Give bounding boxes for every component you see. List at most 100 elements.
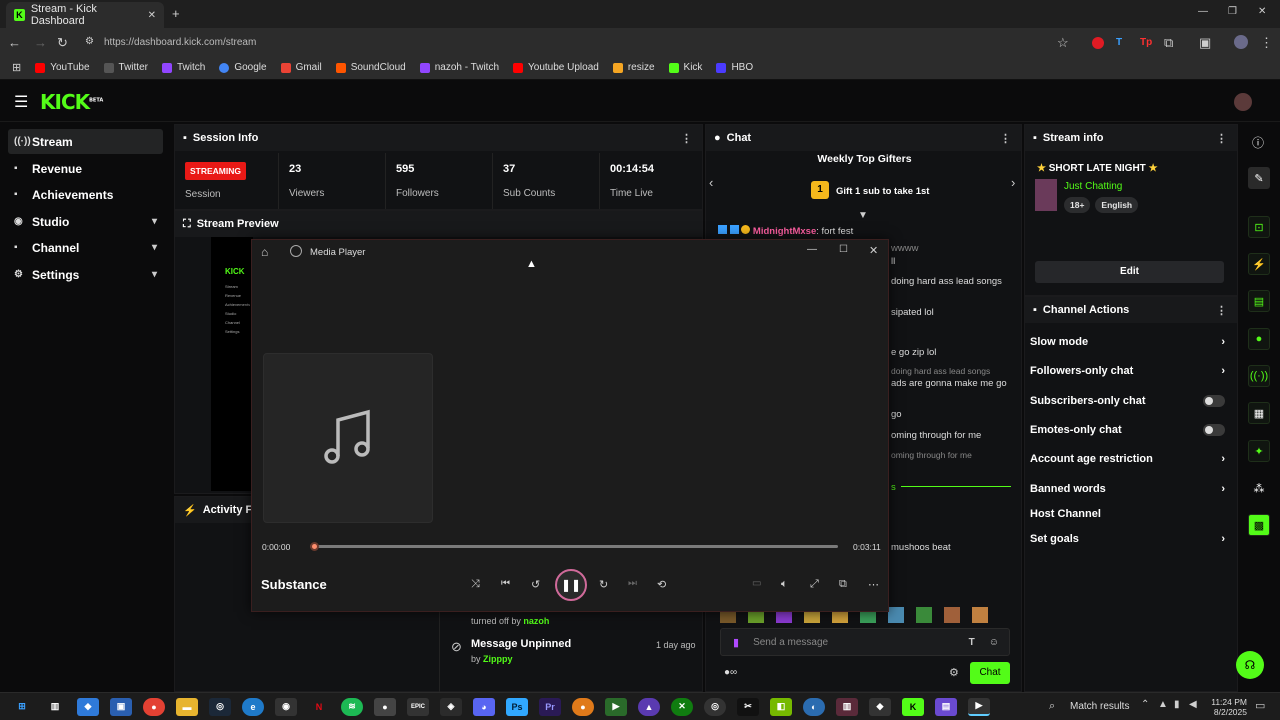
clapper-icon[interactable]: ▩	[1248, 514, 1270, 536]
document-icon[interactable]: ▤	[1248, 290, 1270, 312]
layout-icon[interactable]: ▦	[1248, 402, 1270, 424]
translate-extension-icon[interactable]: T	[1116, 37, 1122, 48]
taskbar-search[interactable]: Match results	[1070, 701, 1129, 712]
bookmark-twitch[interactable]: Twitch	[161, 62, 205, 73]
profile-avatar[interactable]	[1234, 35, 1248, 49]
edit-stream-button[interactable]: Edit	[1035, 261, 1224, 283]
chrome-icon[interactable]: ●	[143, 697, 165, 716]
chevron-right-icon[interactable]: ›	[1011, 175, 1015, 190]
more-options-icon[interactable]: ⋮	[681, 132, 692, 145]
seek-thumb[interactable]	[310, 542, 319, 551]
close-window-icon[interactable]: ✕	[869, 244, 878, 257]
hamburger-menu-icon[interactable]: ☰	[14, 92, 28, 112]
notifications-icon[interactable]: ▭	[1255, 699, 1265, 712]
kick-points-icon[interactable]: ●∞	[724, 667, 737, 678]
translate-icon[interactable]: T	[969, 637, 975, 648]
broadcast-icon[interactable]: ((·))	[1248, 365, 1270, 387]
app-icon[interactable]: ▶	[605, 697, 627, 716]
bookmark-star-icon[interactable]: ☆	[1057, 35, 1069, 51]
app-icon[interactable]: ◆	[869, 697, 891, 716]
bookmark-kick[interactable]: Kick	[668, 62, 702, 73]
bookmark-gmail[interactable]: Gmail	[280, 62, 322, 73]
microphone-icon[interactable]: ▮	[1174, 699, 1180, 710]
app-icon[interactable]: ▥	[836, 697, 858, 716]
app-icon[interactable]: ◎	[704, 697, 726, 716]
seek-bar[interactable]	[310, 542, 838, 551]
discord-icon[interactable]: ◕	[473, 697, 495, 716]
wrench-icon[interactable]: ✦	[1248, 440, 1270, 462]
more-options-icon[interactable]: ⋯	[868, 578, 879, 591]
browser-menu-icon[interactable]: ⋮	[1260, 35, 1273, 51]
xbox-icon[interactable]: ✕	[671, 697, 693, 716]
emote-icon[interactable]	[972, 607, 988, 623]
next-icon[interactable]: ⏭	[628, 578, 637, 589]
obs-icon[interactable]: ◉	[275, 697, 297, 716]
file-explorer-icon[interactable]: ▬	[176, 697, 198, 716]
emote-icon[interactable]	[944, 607, 960, 623]
sidebar-item-channel[interactable]: ▪ Channel ▾	[8, 235, 163, 260]
search-icon[interactable]: ⌕	[1049, 700, 1055, 713]
app-icon[interactable]: ●	[374, 697, 396, 716]
kick-logo[interactable]: KICKBETA	[40, 90, 103, 114]
chevron-up-icon[interactable]: ⌃	[1141, 699, 1149, 710]
chat-bubble-icon[interactable]: ●	[1248, 328, 1270, 350]
emote-icon[interactable]	[888, 607, 904, 623]
bookmark-youtube-upload[interactable]: Youtube Upload	[513, 62, 599, 73]
clock[interactable]: 11:24 PM 8/2/2025	[1207, 697, 1247, 717]
back-icon[interactable]: ←	[8, 35, 21, 50]
extension-icon[interactable]	[1092, 37, 1104, 49]
setting-banned-words[interactable]: Banned words ›	[1030, 483, 1225, 495]
task-view-icon[interactable]: ▥	[44, 698, 66, 716]
sidebar-item-settings[interactable]: ⚙ Settings ▾	[8, 262, 163, 287]
more-options-icon[interactable]: ⋮	[1000, 132, 1011, 145]
sidepanel-icon[interactable]: ▣	[1199, 35, 1211, 51]
sidebar-item-revenue[interactable]: ▪ Revenue	[8, 156, 163, 181]
volume-icon[interactable]: 🔈︎	[781, 578, 788, 591]
spotify-icon[interactable]: ≋	[341, 697, 363, 716]
setting-slow-mode[interactable]: Slow mode ›	[1030, 336, 1225, 348]
netflix-icon[interactable]: N	[308, 698, 330, 716]
forward-icon[interactable]: →	[34, 35, 47, 50]
info-circle-icon[interactable]: ⓘ	[1252, 134, 1264, 151]
user-avatar[interactable]	[1234, 93, 1252, 111]
setting-host-channel[interactable]: Host Channel	[1030, 508, 1225, 520]
microphone-icon[interactable]: ▮	[733, 636, 739, 649]
setting-followers-only[interactable]: Followers-only chat ›	[1030, 365, 1225, 377]
restore-window-icon[interactable]: ❐	[1228, 6, 1237, 17]
sidebar-item-achievements[interactable]: ▪ Achievements	[8, 182, 163, 207]
subscribers-only-toggle[interactable]	[1203, 395, 1225, 407]
chat-settings-icon[interactable]: ⚙	[949, 666, 959, 679]
scan-icon[interactable]: ⊡	[1248, 216, 1270, 238]
nvidia-icon[interactable]: ◧	[770, 697, 792, 716]
miniplayer-icon[interactable]: ⧉	[839, 578, 847, 591]
close-window-icon[interactable]: ✕	[1258, 6, 1266, 17]
bookmark-twitter[interactable]: Twitter	[103, 62, 148, 73]
more-options-icon[interactable]: ⋮	[1216, 132, 1227, 145]
media-player-icon[interactable]: ▶	[968, 697, 990, 716]
more-options-icon[interactable]: ⋮	[1216, 304, 1227, 317]
setting-set-goals[interactable]: Set goals ›	[1030, 533, 1225, 545]
repeat-off-icon[interactable]: ⟲	[657, 578, 666, 591]
setting-account-age[interactable]: Account age restriction ›	[1030, 453, 1225, 465]
previous-icon[interactable]: ⏮	[501, 578, 510, 589]
url-field[interactable]: https://dashboard.kick.com/stream	[104, 37, 256, 48]
send-chat-button[interactable]: Chat	[970, 662, 1010, 684]
sidebar-item-studio[interactable]: ◉ Studio ▾	[8, 209, 163, 234]
help-headset-icon[interactable]: ☊	[1236, 651, 1264, 679]
app-icon[interactable]: ▤	[935, 697, 957, 716]
bookmark-nazoh-twitch[interactable]: nazoh - Twitch	[419, 62, 499, 73]
bookmark-youtube[interactable]: YouTube	[35, 62, 90, 73]
minimize-window-icon[interactable]: —	[807, 244, 817, 255]
steam-icon[interactable]: ◎	[209, 697, 231, 716]
captions-icon[interactable]: ▭	[752, 578, 761, 589]
reload-icon[interactable]: ↻	[57, 35, 68, 51]
minimize-window-icon[interactable]: —	[1198, 6, 1208, 17]
app-icon[interactable]: ◈	[440, 697, 462, 716]
windows-start-icon[interactable]: ⊞	[11, 698, 33, 716]
emoji-icon[interactable]: ☺	[989, 637, 999, 648]
bookmark-google[interactable]: Google	[219, 62, 267, 73]
gift-sub-cta[interactable]: Gift 1 sub to take 1st	[836, 186, 929, 197]
pause-button[interactable]: ❚❚	[555, 569, 587, 601]
fullscreen-icon[interactable]: ⤢	[810, 578, 819, 591]
bookmark-hbo[interactable]: HBO	[716, 62, 753, 73]
